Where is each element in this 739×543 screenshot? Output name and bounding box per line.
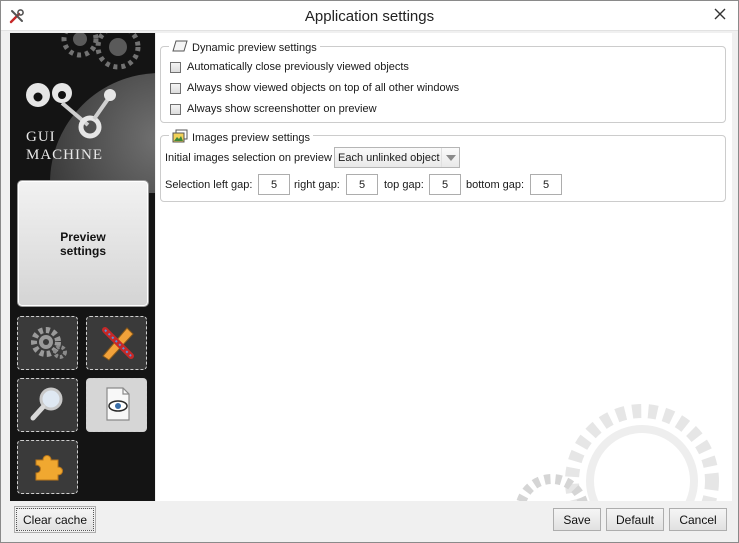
top-gap-label: top gap: — [384, 179, 424, 191]
close-button[interactable] — [702, 1, 738, 29]
tile-tools-settings[interactable] — [86, 316, 147, 370]
left-gap-input[interactable]: 5 — [258, 174, 290, 195]
close-icon — [714, 8, 726, 23]
title-bar: Application settings — [1, 1, 738, 31]
checkbox-always-on-top[interactable] — [170, 82, 181, 94]
option-auto-close-label: Automatically close previously viewed ob… — [187, 61, 409, 73]
option-show-screenshotter-label: Always show screenshotter on preview — [187, 103, 377, 115]
initial-selection-value: Each unlinked object — [338, 151, 440, 164]
default-button[interactable]: Default — [606, 508, 664, 531]
option-always-on-top-label: Always show viewed objects on top of all… — [187, 82, 460, 94]
dynamic-preview-group: Dynamic preview settings Automatically c… — [160, 40, 726, 123]
initial-selection-select[interactable]: Each unlinked object — [334, 147, 460, 168]
dialog-footer: Clear cache Save Default Cancel — [1, 501, 738, 542]
save-button[interactable]: Save — [553, 508, 601, 531]
left-gap-label: Selection left gap: — [165, 179, 253, 191]
tile-preview-settings[interactable]: Preview settings — [17, 180, 149, 307]
dynamic-preview-title: Dynamic preview settings — [192, 41, 317, 54]
gears-watermark-icon — [516, 404, 719, 501]
images-preview-title: Images preview settings — [192, 131, 310, 144]
settings-content: Dynamic preview settings Automatically c… — [156, 33, 732, 501]
images-icon — [172, 129, 188, 146]
tile-plugins-settings[interactable] — [17, 440, 78, 494]
checkbox-auto-close[interactable] — [170, 61, 181, 73]
gears-background-icon — [26, 33, 155, 193]
window-title: Application settings — [304, 8, 435, 25]
top-gap-input[interactable]: 5 — [429, 174, 461, 195]
tile-preview-settings-label: Preview settings — [59, 229, 106, 258]
logo-line-2: MACHINE — [26, 147, 103, 163]
gears-icon — [28, 322, 68, 365]
clear-cache-button[interactable]: Clear cache — [14, 506, 96, 533]
option-always-on-top[interactable]: Always show viewed objects on top of all… — [170, 82, 459, 94]
bottom-gap-label: bottom gap: — [466, 179, 525, 191]
initial-selection-label: Initial images selection on preview — [165, 152, 332, 164]
option-show-screenshotter[interactable]: Always show screenshotter on preview — [170, 103, 377, 115]
pencil-ruler-icon — [97, 322, 137, 365]
cancel-button[interactable]: Cancel — [669, 508, 727, 531]
images-preview-group: Images preview settings Initial images s… — [160, 129, 726, 202]
tile-viewer-settings[interactable] — [86, 378, 147, 432]
checkbox-show-screenshotter[interactable] — [170, 103, 181, 115]
eye-document-icon — [97, 384, 137, 427]
chevron-down-icon — [441, 148, 459, 167]
right-gap-label: right gap: — [294, 179, 340, 191]
option-auto-close[interactable]: Automatically close previously viewed ob… — [170, 61, 409, 73]
eraser-icon — [172, 40, 188, 55]
settings-sidebar: GUI MACHINE Preview settings — [10, 33, 155, 501]
magnifier-icon — [28, 384, 68, 427]
settings-window: Application settings GUI MACHINE Preview… — [0, 0, 739, 543]
tile-search-settings[interactable] — [17, 378, 78, 432]
tile-general-settings[interactable] — [17, 316, 78, 370]
bottom-gap-input[interactable]: 5 — [530, 174, 562, 195]
puzzle-icon — [30, 448, 66, 487]
logo-line-1: GUI — [26, 129, 56, 145]
right-gap-input[interactable]: 5 — [346, 174, 378, 195]
